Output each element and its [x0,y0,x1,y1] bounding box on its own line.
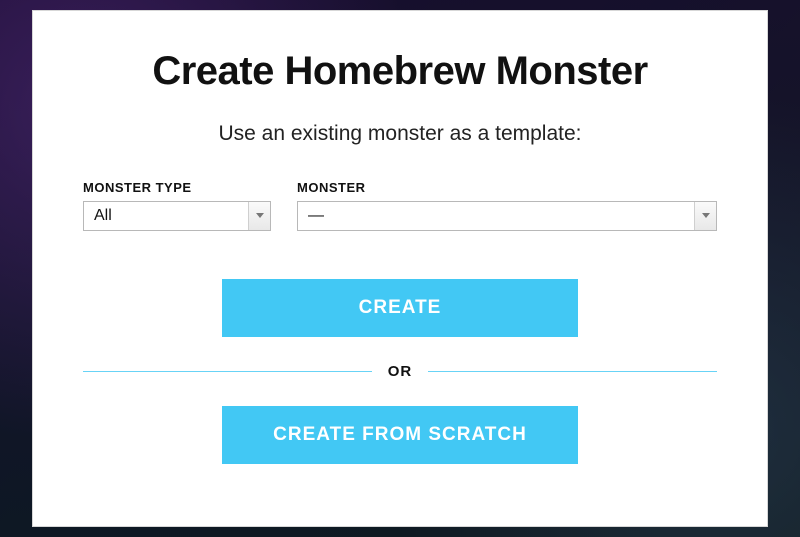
modal-title: Create Homebrew Monster [83,49,717,94]
create-button[interactable]: CREATE [222,279,578,337]
dropdown-handle [694,202,716,230]
dropdown-handle [248,202,270,230]
monster-field: MONSTER — [297,180,717,231]
monster-select[interactable]: — [297,201,717,231]
chevron-down-icon [702,213,710,219]
monster-type-value: All [84,207,248,225]
template-form-row: MONSTER TYPE All MONSTER — [83,180,717,231]
monster-value: — [298,207,694,225]
modal-subtitle: Use an existing monster as a template: [83,122,717,146]
divider-text: OR [388,363,413,380]
create-from-scratch-button[interactable]: CREATE FROM SCRATCH [222,406,578,464]
create-homebrew-modal: Create Homebrew Monster Use an existing … [32,10,768,527]
monster-type-select[interactable]: All [83,201,271,231]
monster-type-label: MONSTER TYPE [83,180,271,195]
divider-line-right [428,371,717,372]
monster-label: MONSTER [297,180,717,195]
or-divider: OR [83,363,717,380]
monster-type-field: MONSTER TYPE All [83,180,271,231]
divider-line-left [83,371,372,372]
chevron-down-icon [256,213,264,219]
